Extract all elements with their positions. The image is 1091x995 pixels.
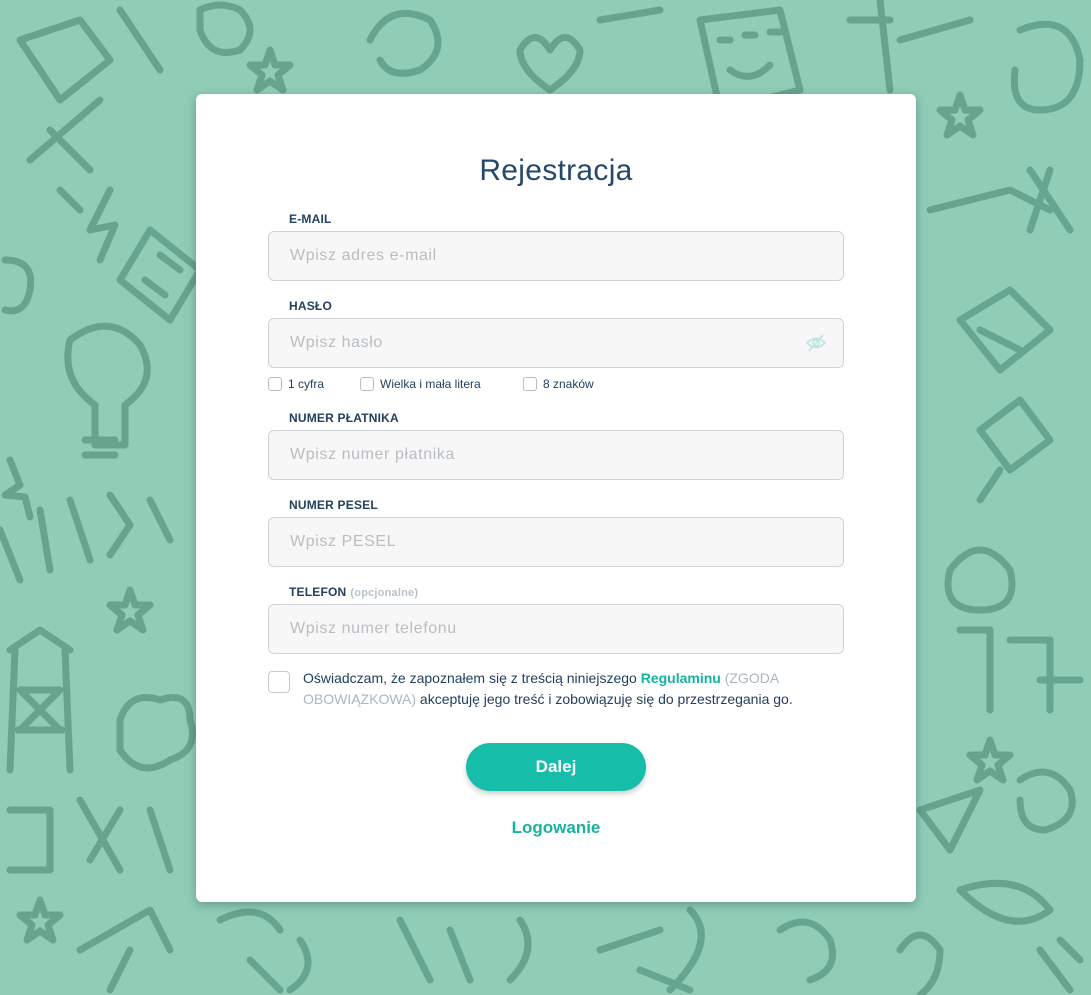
pesel-input[interactable]	[269, 518, 843, 566]
phone-label-text: TELEFON	[289, 585, 347, 599]
payer-field-wrapper	[268, 430, 844, 480]
pesel-label: NUMER PESEL	[289, 498, 378, 512]
next-button[interactable]: Dalej	[466, 743, 646, 791]
rule-case-checkbox	[360, 376, 374, 391]
page-title: Rejestracja	[479, 154, 633, 187]
rule-length-checkbox	[523, 376, 537, 391]
rule-case: Wielka i mała litera	[360, 376, 481, 391]
email-field-wrapper	[268, 231, 844, 281]
consent-text-before: Oświadczam, że zapoznałem się z treścią …	[303, 670, 641, 686]
terms-link[interactable]: Regulaminu	[641, 670, 721, 686]
rule-digit-label: 1 cyfra	[288, 376, 325, 391]
rule-length-label: 8 znaków	[543, 376, 594, 391]
rule-digit: 1 cyfra	[268, 376, 324, 391]
consent-text-after: akceptuję jego treść i zobowiązuję się d…	[416, 691, 793, 707]
phone-field-wrapper	[268, 604, 844, 654]
phone-input[interactable]	[269, 605, 843, 653]
registration-card: Rejestracja E-MAIL HASŁO 1 cyfra Wielka …	[196, 94, 916, 902]
eye-off-icon[interactable]	[805, 333, 827, 353]
rule-digit-checkbox	[268, 376, 282, 391]
consent-checkbox[interactable]	[268, 671, 290, 693]
rule-case-label: Wielka i mała litera	[380, 376, 481, 391]
login-link[interactable]: Logowanie	[196, 818, 916, 838]
payer-label: NUMER PŁATNIKA	[289, 411, 399, 425]
email-label: E-MAIL	[289, 212, 332, 226]
email-input[interactable]	[269, 232, 843, 280]
rule-length: 8 znaków	[523, 376, 594, 391]
phone-label: TELEFON (opcjonalne)	[289, 585, 418, 599]
password-field-wrapper	[268, 318, 844, 368]
password-input[interactable]	[269, 319, 843, 367]
pesel-field-wrapper	[268, 517, 844, 567]
payer-number-input[interactable]	[269, 431, 843, 479]
phone-optional-note: (opcjonalne)	[350, 587, 419, 599]
password-label: HASŁO	[289, 299, 332, 313]
consent-text: Oświadczam, że zapoznałem się z treścią …	[303, 668, 843, 710]
